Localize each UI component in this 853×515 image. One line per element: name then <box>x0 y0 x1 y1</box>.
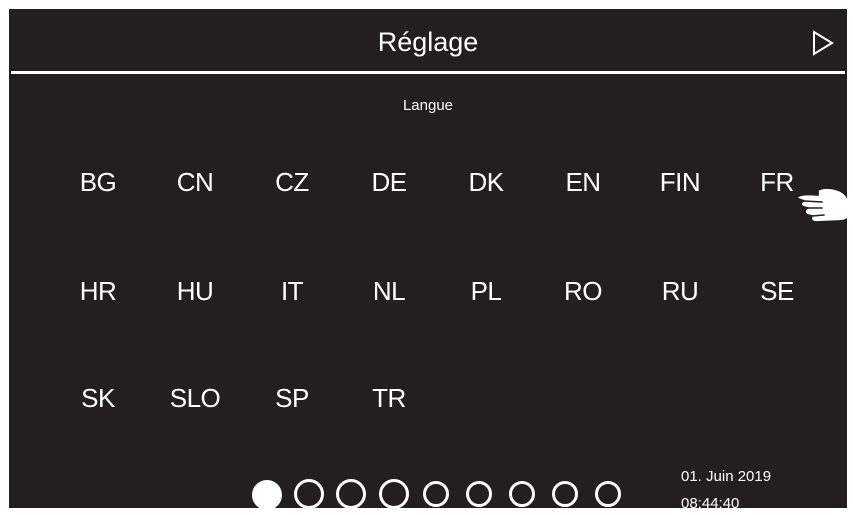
language-option-fin[interactable]: FIN <box>640 167 720 197</box>
language-option-dk[interactable]: DK <box>446 167 526 197</box>
language-option-tr[interactable]: TR <box>349 383 429 413</box>
play-outline-icon <box>813 30 834 56</box>
page-dot-6[interactable] <box>466 481 492 507</box>
language-option-en[interactable]: EN <box>543 167 623 197</box>
language-option-pl[interactable]: PL <box>446 276 526 306</box>
language-option-sp[interactable]: SP <box>252 383 332 413</box>
settings-screen: Réglage Langue BG CN CZ DE DK EN FIN FR … <box>9 9 847 508</box>
page-dot-4[interactable] <box>379 479 409 508</box>
language-option-hr[interactable]: HR <box>58 276 138 306</box>
page-dot-8[interactable] <box>552 481 578 507</box>
page-dot-7[interactable] <box>509 481 535 507</box>
page-dot-5[interactable] <box>423 481 449 507</box>
status-time: 08:44:40 <box>681 495 740 508</box>
page-title: Réglage <box>377 27 479 57</box>
language-option-de[interactable]: DE <box>349 167 429 197</box>
page-dot-1[interactable] <box>252 480 282 508</box>
language-option-hu[interactable]: HU <box>155 276 235 306</box>
header-divider <box>11 71 845 74</box>
page-dot-2[interactable] <box>294 479 324 508</box>
status-date: 01. Juin 2019 <box>681 468 772 485</box>
language-option-cz[interactable]: CZ <box>252 167 332 197</box>
language-option-cn[interactable]: CN <box>155 167 235 197</box>
language-option-sk[interactable]: SK <box>58 383 138 413</box>
device-frame: Réglage Langue BG CN CZ DE DK EN FIN FR … <box>0 0 853 515</box>
page-dot-3[interactable] <box>336 479 366 508</box>
next-page-button[interactable] <box>811 29 835 57</box>
section-label-language: Langue <box>402 97 454 114</box>
language-option-nl[interactable]: NL <box>349 276 429 306</box>
page-dot-9[interactable] <box>595 481 621 507</box>
language-option-ro[interactable]: RO <box>543 276 623 306</box>
language-option-fr[interactable]: FR <box>737 167 817 197</box>
language-option-it[interactable]: IT <box>252 276 332 306</box>
language-option-ru[interactable]: RU <box>640 276 720 306</box>
language-option-bg[interactable]: BG <box>58 167 138 197</box>
language-option-slo[interactable]: SLO <box>155 383 235 413</box>
language-option-se[interactable]: SE <box>737 276 817 306</box>
